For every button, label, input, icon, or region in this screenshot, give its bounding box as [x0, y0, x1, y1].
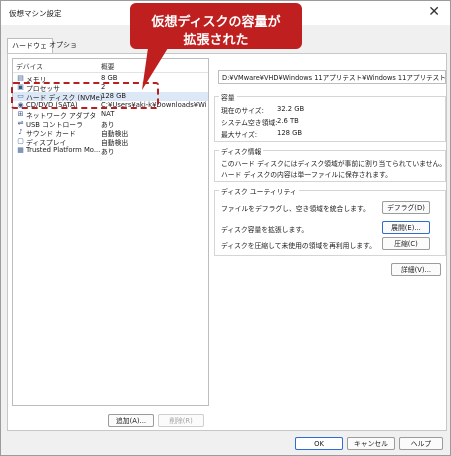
callout-line-1: 仮想ディスクの容量が: [151, 15, 281, 30]
callout-line-2: 拡張された: [183, 33, 249, 48]
callout-box: 仮想ディスクの容量が 拡張された: [130, 3, 302, 49]
callout-tail: [142, 48, 168, 90]
